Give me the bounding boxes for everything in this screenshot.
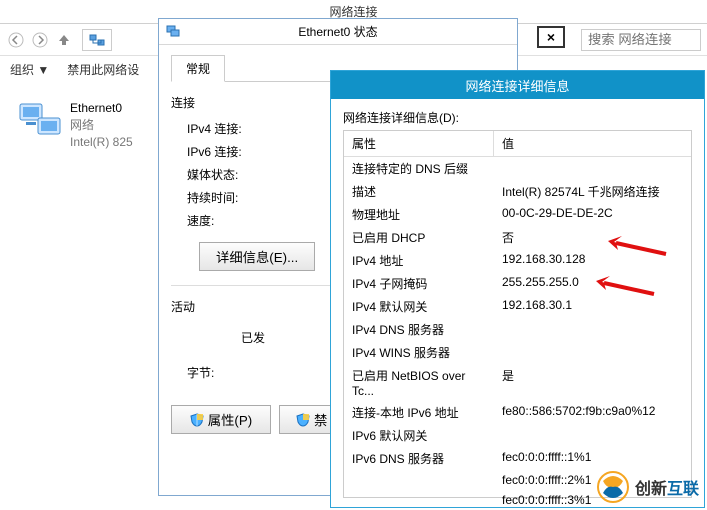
property-header: 属性 值	[344, 131, 691, 157]
disable-device-button[interactable]: 禁用此网络设	[67, 61, 139, 78]
watermark: 创新互联	[597, 471, 699, 503]
details-caption: 网络连接详细信息(D):	[343, 109, 692, 126]
close-icon: ×	[547, 29, 555, 45]
property-row[interactable]: IPv6 默认网关	[344, 424, 691, 447]
property-value: fec0:0:0:ffff::1%1	[494, 449, 691, 468]
property-row[interactable]: 描述Intel(R) 82574L 千兆网络连接	[344, 180, 691, 203]
property-name: 物理地址	[344, 205, 494, 224]
adapter-labels: Ethernet0 网络 Intel(R) 825	[70, 100, 133, 150]
property-value: fe80::586:5702:f9b:c9a0%12	[494, 403, 691, 422]
details-titlebar: 网络连接详细信息	[331, 71, 704, 99]
details-title-text: 网络连接详细信息	[465, 76, 569, 95]
property-name	[344, 492, 494, 508]
network-icon	[89, 33, 105, 47]
property-value	[494, 159, 691, 178]
shield-icon	[296, 413, 310, 427]
watermark-text: 创新互联	[635, 475, 699, 499]
shield-icon	[190, 413, 204, 427]
property-name: 已启用 DHCP	[344, 228, 494, 247]
property-value	[494, 426, 691, 445]
property-name: 已启用 NetBIOS over Tc...	[344, 366, 494, 399]
property-value: 00-0C-29-DE-DE-2C	[494, 205, 691, 224]
property-value: 192.168.30.1	[494, 297, 691, 316]
status-titlebar: Ethernet0 状态	[159, 19, 517, 45]
chevron-down-icon: ▼	[37, 63, 49, 77]
adapter-name: Ethernet0	[70, 100, 133, 117]
property-row[interactable]: 连接-本地 IPv6 地址fe80::586:5702:f9b:c9a0%12	[344, 401, 691, 424]
property-name: IPv6 默认网关	[344, 426, 494, 445]
property-name	[344, 472, 494, 488]
address-bar[interactable]	[82, 29, 112, 51]
property-value: 是	[494, 366, 691, 399]
property-row[interactable]: 连接特定的 DNS 后缀	[344, 157, 691, 180]
property-name: IPv4 WINS 服务器	[344, 343, 494, 362]
property-value	[494, 343, 691, 362]
property-row[interactable]: 物理地址00-0C-29-DE-DE-2C	[344, 203, 691, 226]
adapter-icon	[18, 100, 62, 136]
col-property-header[interactable]: 属性	[344, 131, 494, 156]
details-button[interactable]: 详细信息(E)...	[199, 242, 315, 271]
search-input[interactable]	[581, 29, 701, 51]
nav-forward-icon[interactable]	[30, 30, 50, 50]
property-table: 属性 值 连接特定的 DNS 后缀描述Intel(R) 82574L 千兆网络连…	[343, 130, 692, 498]
status-title-icon	[165, 23, 181, 42]
property-name: 连接-本地 IPv6 地址	[344, 403, 494, 422]
property-row[interactable]: IPv4 DNS 服务器	[344, 318, 691, 341]
close-button[interactable]: ×	[537, 26, 565, 48]
nav-back-icon[interactable]	[6, 30, 26, 50]
property-row[interactable]: IPv4 WINS 服务器	[344, 341, 691, 364]
adapter-device: Intel(R) 825	[70, 134, 133, 151]
highlight-arrow-ipv4-gateway	[596, 276, 656, 300]
tab-general[interactable]: 常规	[171, 55, 225, 82]
property-value	[494, 320, 691, 339]
adapter-item[interactable]: Ethernet0 网络 Intel(R) 825	[18, 100, 133, 150]
highlight-arrow-ipv4-address	[608, 236, 668, 260]
col-value-header[interactable]: 值	[494, 131, 691, 156]
details-body: 网络连接详细信息(D): 属性 值 连接特定的 DNS 后缀描述Intel(R)…	[331, 99, 704, 508]
property-rows: 连接特定的 DNS 后缀描述Intel(R) 82574L 千兆网络连接物理地址…	[344, 157, 691, 497]
property-value: Intel(R) 82574L 千兆网络连接	[494, 182, 691, 201]
properties-button[interactable]: 属性(P)	[171, 405, 271, 434]
property-name: IPv4 地址	[344, 251, 494, 270]
property-row[interactable]: 已启用 NetBIOS over Tc...是	[344, 364, 691, 401]
property-value: 255.255.255.0	[494, 274, 691, 293]
property-name: IPv4 子网掩码	[344, 274, 494, 293]
property-name: IPv4 默认网关	[344, 297, 494, 316]
property-name: 描述	[344, 182, 494, 201]
organize-menu[interactable]: 组织 ▼	[10, 61, 49, 78]
property-row[interactable]: IPv6 DNS 服务器fec0:0:0:ffff::1%1	[344, 447, 691, 470]
nav-up-icon[interactable]	[54, 30, 74, 50]
watermark-logo-icon	[597, 471, 629, 503]
status-title-text: Ethernet0 状态	[298, 23, 377, 40]
property-name: IPv6 DNS 服务器	[344, 449, 494, 468]
property-name: 连接特定的 DNS 后缀	[344, 159, 494, 178]
property-name: IPv4 DNS 服务器	[344, 320, 494, 339]
adapter-status: 网络	[70, 117, 133, 134]
